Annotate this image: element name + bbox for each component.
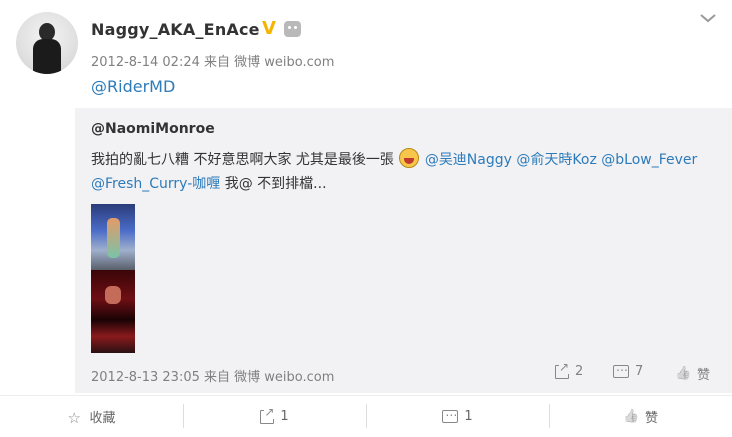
thumbs-up-icon xyxy=(675,366,691,382)
star-icon xyxy=(67,409,83,425)
mention-link[interactable]: @bLow_Fever xyxy=(601,152,697,168)
comment-button[interactable]: 1 xyxy=(366,396,549,437)
like-button[interactable]: 赞 xyxy=(549,396,732,437)
mention-link[interactable]: @俞天時Koz xyxy=(516,152,596,168)
chevron-down-icon[interactable] xyxy=(698,8,718,28)
mention-link[interactable]: @吴迪Naggy xyxy=(425,152,512,168)
comment-count: 1 xyxy=(464,409,473,424)
repost-box: @NaomiMonroe 我拍的亂七八糟 不好意思啊大家 尤其是最後一張 @吴迪… xyxy=(75,108,732,393)
like-label: 赞 xyxy=(644,411,658,426)
repost-like-label: 赞 xyxy=(697,368,711,383)
favorite-button[interactable]: 收藏 xyxy=(0,396,183,437)
repost-photo[interactable] xyxy=(91,204,135,270)
verified-icon[interactable]: V xyxy=(262,18,276,39)
favorite-label: 收藏 xyxy=(89,411,116,426)
repost-forward-button[interactable]: 2 xyxy=(555,359,584,379)
repost-username[interactable]: @NaomiMonroe xyxy=(91,121,215,137)
action-bar: 收藏 1 1 赞 xyxy=(0,396,732,437)
post-meta: 2012-8-14 02:24 来自 微博 weibo.com xyxy=(91,55,335,70)
share-icon xyxy=(260,404,275,424)
forward-button[interactable]: 1 xyxy=(183,396,366,437)
share-icon xyxy=(555,359,570,379)
comment-icon xyxy=(613,360,629,378)
repost-forward-count: 2 xyxy=(575,364,584,379)
repost-photo[interactable] xyxy=(91,270,135,353)
mention-link[interactable]: @Fresh_Curry-咖喱 xyxy=(91,176,220,192)
robot-icon[interactable] xyxy=(284,21,301,37)
repost-like-button[interactable]: 赞 xyxy=(675,364,710,383)
comment-icon xyxy=(442,405,459,423)
repost-text: 我拍的亂七八糟 不好意思啊大家 尤其是最後一張 @吴迪Naggy @俞天時Koz… xyxy=(91,148,727,196)
post-text-mention[interactable]: @RiderMD xyxy=(91,77,175,96)
thumbs-up-icon xyxy=(623,409,639,425)
repost-text-tail: 我@ 不到排檔... xyxy=(224,176,327,192)
repost-comment-button[interactable]: 7 xyxy=(613,360,644,379)
repost-text-body: 我拍的亂七八糟 不好意思啊大家 尤其是最後一張 xyxy=(91,152,394,168)
forward-count: 1 xyxy=(280,409,289,424)
avatar[interactable] xyxy=(16,12,78,74)
username[interactable]: Naggy_AKA_EnAce xyxy=(91,20,260,39)
repost-comment-count: 7 xyxy=(635,364,644,379)
weibo-post-card: Naggy_AKA_EnAce V 2012-8-14 02:24 来自 微博 … xyxy=(0,0,732,437)
repost-meta: 2012-8-13 23:05 来自 微博 weibo.com xyxy=(91,370,335,385)
laughing-emoji-icon xyxy=(399,148,420,168)
